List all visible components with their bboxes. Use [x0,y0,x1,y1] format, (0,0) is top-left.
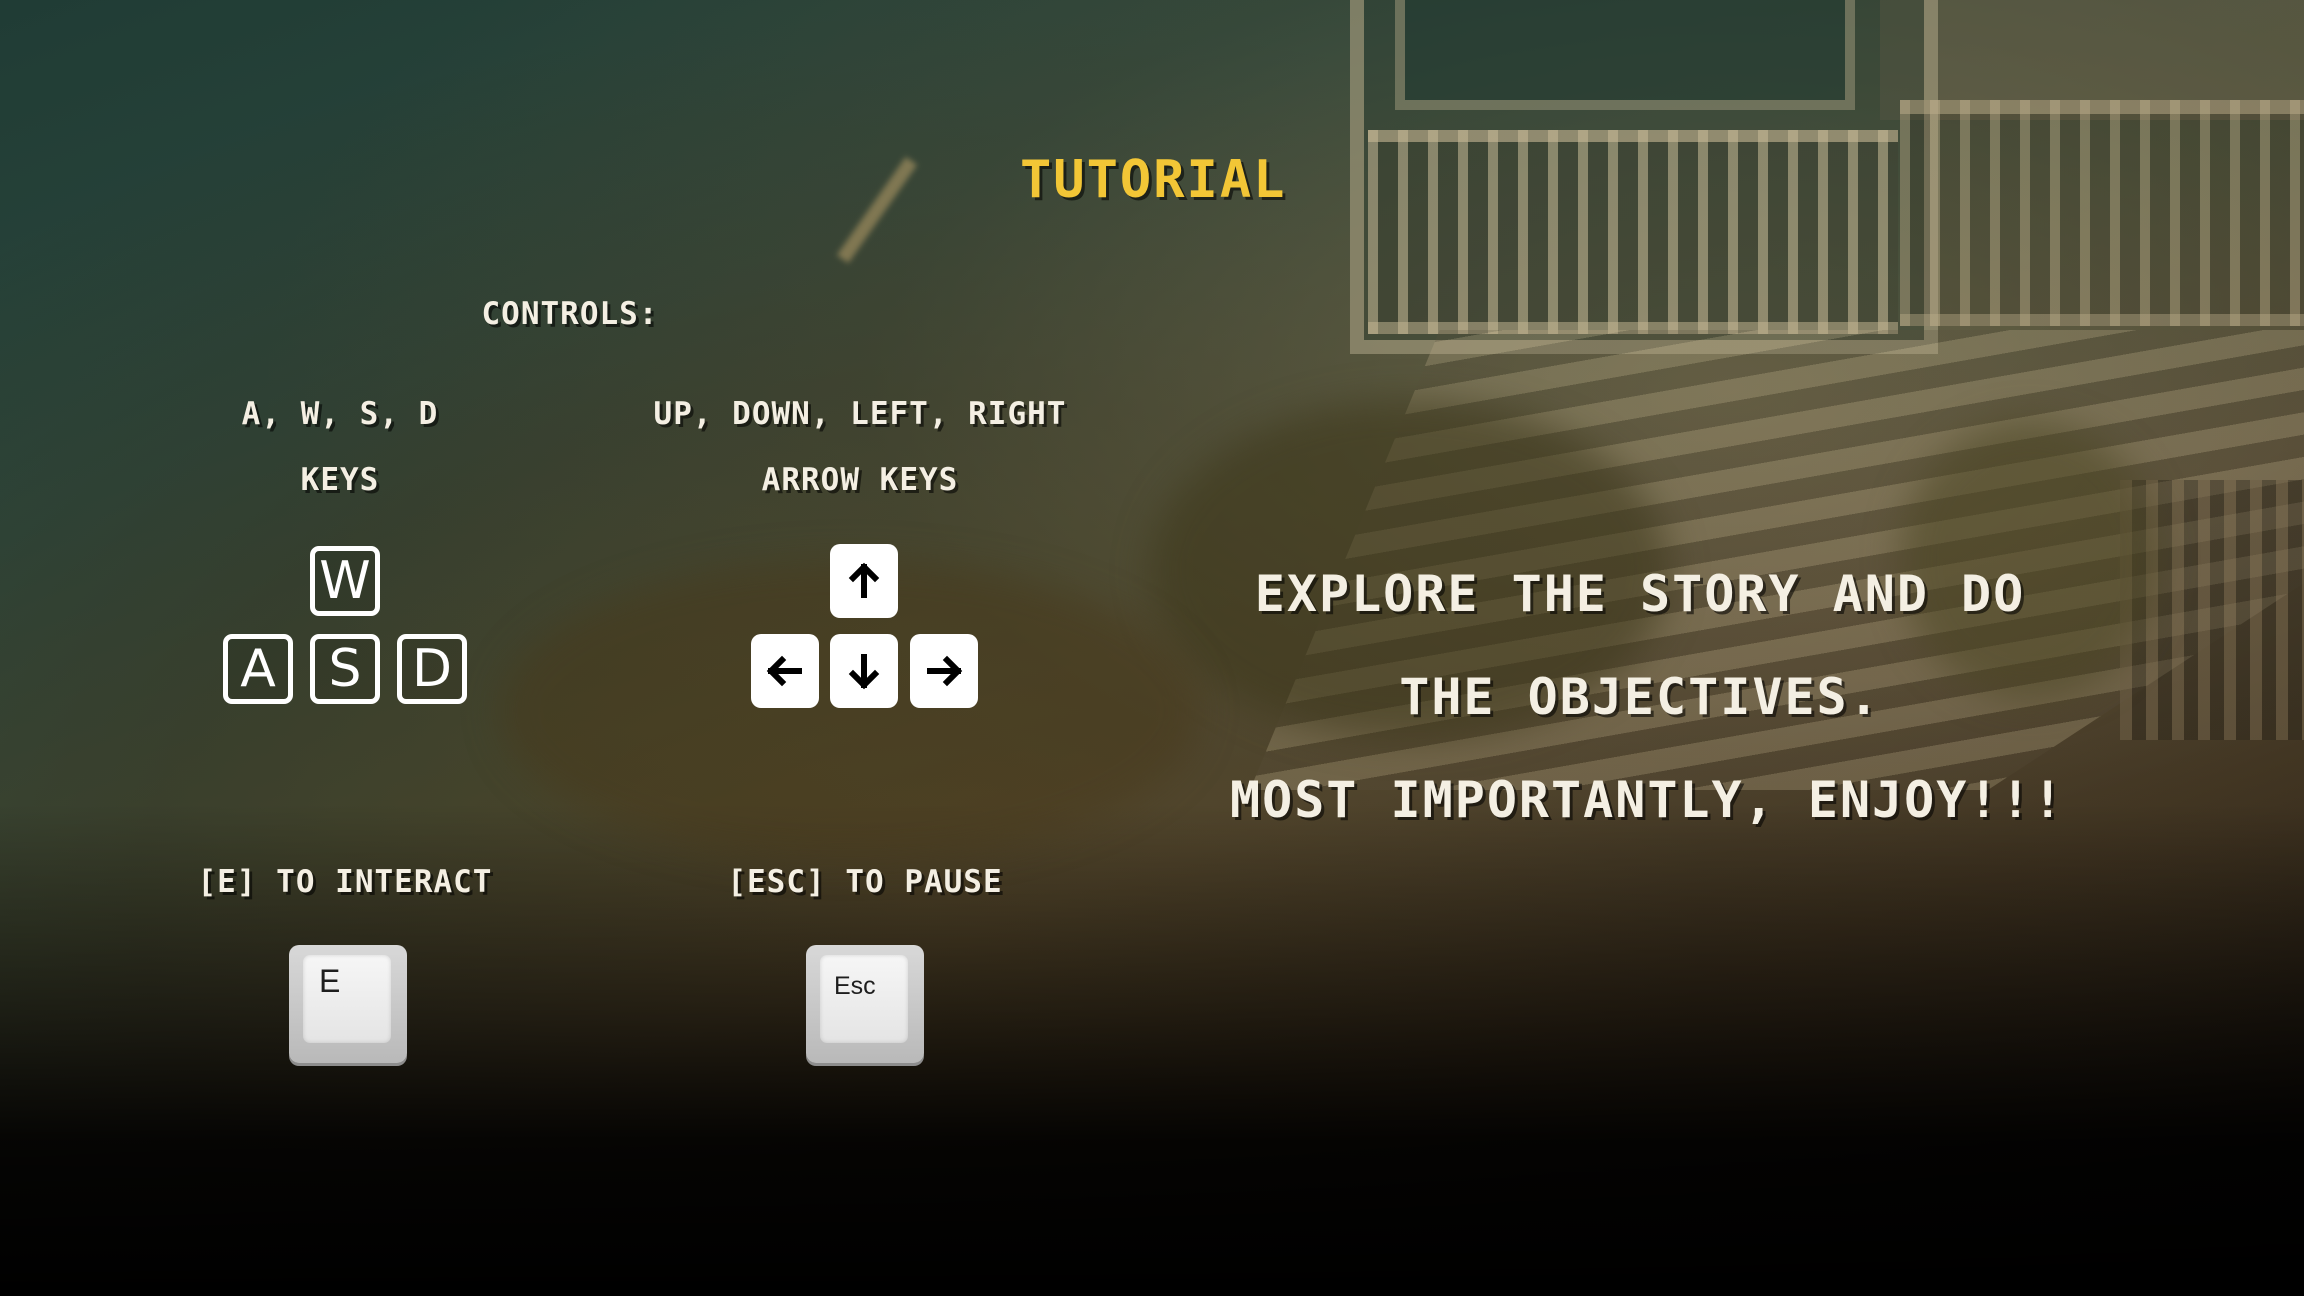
wasd-keys-label: A, W, S, D [241,396,439,432]
keycap-face: Esc [820,955,908,1043]
background-porch-railing-right [1900,100,2304,326]
background-light-streak [836,156,918,264]
key-d-icon: D [397,634,467,704]
message-line-2: THE OBJECTIVES. [1399,668,1881,726]
arrow-keys-sublabel: ARROW KEYS [761,462,959,498]
tutorial-screen: TUTORIAL CONTROLS: A, W, S, D KEYS W A S… [0,0,2304,1296]
background-porch-window [1395,0,1855,110]
key-s-icon: S [310,634,380,704]
background-porch-frame [1350,0,1938,354]
arrow-right-icon [910,634,978,708]
arrow-up-icon [830,544,898,618]
key-w-icon: W [310,546,380,616]
e-key-label: E [319,963,341,999]
message-line-3: MOST IMPORTANTLY, ENJOY!!! [1230,771,2065,829]
arrow-left-icon [751,634,819,708]
interact-label: [E] TO INTERACT [197,864,493,900]
arrow-down-icon [830,634,898,708]
e-key-icon: E [289,945,407,1063]
message-line-1: EXPLORE THE STORY AND DO [1254,565,2026,623]
pause-label: [ESC] TO PAUSE [727,864,1003,900]
wasd-keys-sublabel: KEYS [300,462,380,498]
esc-key-icon: Esc [806,945,924,1063]
background-fence [2120,480,2304,740]
tutorial-title: TUTORIAL [1020,150,1287,210]
background-bush [1900,420,2160,700]
esc-key-label: Esc [834,972,876,1000]
keycap-face: E [303,955,391,1043]
background-porch-railing [1368,130,1898,334]
background-house-wall [1880,0,2304,120]
key-a-icon: A [223,634,293,704]
arrow-keys-label: UP, DOWN, LEFT, RIGHT [653,396,1067,432]
controls-heading: CONTROLS: [481,296,659,332]
